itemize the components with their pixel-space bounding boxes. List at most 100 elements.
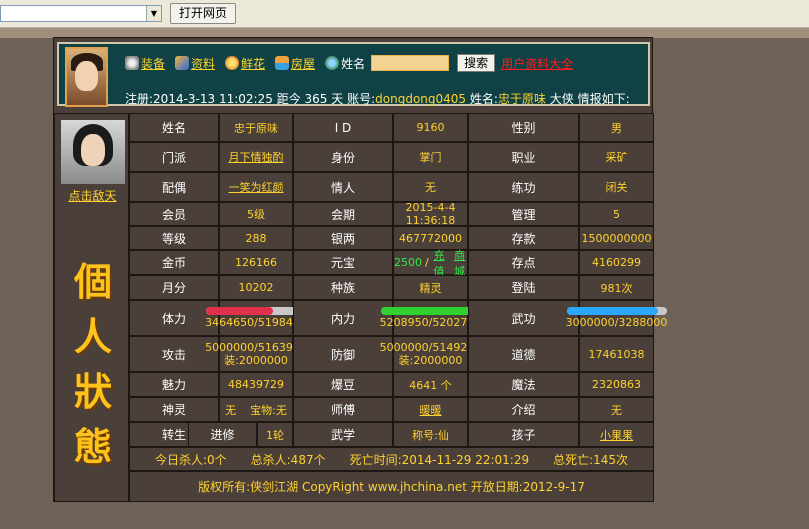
nav-equipment[interactable]: 装备 xyxy=(125,55,165,72)
field-value: 2015-4-4 11:36:18 xyxy=(393,201,468,227)
field-value: 4641 个 xyxy=(393,372,468,397)
portrait-face xyxy=(81,134,105,166)
attack-line1: 5000000/5163991 xyxy=(205,341,307,354)
field-label: I D xyxy=(293,113,393,142)
account-label: 账号: xyxy=(347,92,376,106)
field-value: 9160 xyxy=(393,113,468,142)
search-button[interactable]: 搜索 xyxy=(457,54,496,72)
field-value: 无 xyxy=(393,172,468,202)
advance-label: 进修 xyxy=(188,422,257,447)
avatar xyxy=(65,47,108,107)
field-label: 魔法 xyxy=(468,372,579,397)
death-time: 死亡时间:2014-11-29 22:01:29 xyxy=(349,452,530,467)
days-count: 365 xyxy=(304,92,328,106)
nav-bar: 装备 资料 鲜花 房屋 姓名 搜索 用户资料大全 xyxy=(125,54,573,72)
mall-link[interactable]: 商城 xyxy=(452,247,467,279)
field-label: 银两 xyxy=(293,226,393,250)
spouse-link[interactable]: 一笑为红颜 xyxy=(219,172,293,202)
attack-link[interactable]: 点击敌天 xyxy=(55,187,130,204)
attack-value: 5000000/5163991 装:2000000 xyxy=(205,336,307,372)
intro-value: 无 xyxy=(579,397,654,422)
title-char: 個 xyxy=(73,259,112,304)
stat-bar-wrap: 5208950/5202755 xyxy=(379,307,482,329)
defense-label: 防御 xyxy=(293,336,393,372)
field-label: 门派 xyxy=(129,142,219,172)
stat-bar-wrap: 3464650/5198455 xyxy=(205,307,307,329)
spirit-label: 神灵 xyxy=(129,397,219,422)
field-value: 126166 xyxy=(219,250,293,275)
hp-value: 3464650/5198455 xyxy=(205,316,307,329)
field-label: 元宝 xyxy=(293,250,393,275)
nav-flowers[interactable]: 鲜花 xyxy=(225,55,265,72)
wg-bar xyxy=(566,307,667,315)
field-label: 金币 xyxy=(129,250,219,275)
flower-icon xyxy=(225,56,240,70)
hp-bar-fill xyxy=(206,307,273,315)
nav-house[interactable]: 房屋 xyxy=(275,55,315,72)
gear-icon xyxy=(125,56,139,70)
field-label: 种族 xyxy=(293,275,393,300)
title-char: 態 xyxy=(73,424,112,469)
field-label: 职业 xyxy=(468,142,579,172)
mp-bar-fill xyxy=(380,307,481,315)
sect-link[interactable]: 月下情独酌 xyxy=(219,142,293,172)
nav-equipment-label[interactable]: 装备 xyxy=(141,55,165,72)
field-label: 身份 xyxy=(293,142,393,172)
field-label: 会员 xyxy=(129,202,219,226)
morale-value: 17461038 xyxy=(579,336,654,372)
nav-flowers-label[interactable]: 鲜花 xyxy=(241,55,265,72)
field-label: 会期 xyxy=(293,202,393,226)
account-value: dongdong0405 xyxy=(375,92,467,106)
address-dropdown[interactable]: ▼ xyxy=(0,5,162,22)
field-label: 月分 xyxy=(129,275,219,300)
title-value: 称号:仙 xyxy=(393,422,468,447)
kill-summary: 今日杀人:0个 总杀人:487个 死亡时间:2014-11-29 22:01:29 总… xyxy=(129,447,654,471)
field-value: 1500000000 xyxy=(579,226,654,250)
user-directory-link[interactable]: 用户资料大全 xyxy=(501,55,573,72)
title-char: 人 xyxy=(73,314,112,359)
field-label: 登陆 xyxy=(468,275,579,300)
master-label: 师傅 xyxy=(293,397,393,422)
stat-hp: 3464650/5198455 xyxy=(205,300,307,336)
field-label: 存点 xyxy=(468,250,579,275)
recharge-link[interactable]: 充值 xyxy=(432,247,447,279)
avatar-face xyxy=(75,61,98,91)
field-value: 忠于原味 xyxy=(219,113,293,142)
personal-status-title: 個 人 狀 態 xyxy=(63,254,123,474)
nav-profile[interactable]: 资料 xyxy=(175,55,215,72)
stat-label: 内力 xyxy=(293,300,393,336)
field-label: 等级 xyxy=(129,226,219,250)
treasure-value: 宝物:无 xyxy=(250,403,287,417)
field-label: 性别 xyxy=(468,113,579,142)
nav-profile-label[interactable]: 资料 xyxy=(191,55,215,72)
stat-label: 武功 xyxy=(468,300,579,336)
mp-value: 5208950/5202755 xyxy=(379,316,482,329)
field-label: 爆豆 xyxy=(293,372,393,397)
defense-line2: 装:2000000 xyxy=(398,354,463,367)
field-value: 5 xyxy=(579,202,654,226)
reg-date: 2014-3-13 11:02:25 xyxy=(153,92,273,106)
master-link[interactable]: 暖暖 xyxy=(393,397,468,422)
total-deaths: 总死亡:145次 xyxy=(553,452,629,467)
child-link[interactable]: 小果果 xyxy=(579,422,654,447)
open-page-button[interactable]: 打开网页 xyxy=(170,3,236,24)
field-label: 管理 xyxy=(468,202,579,226)
title-char: 狀 xyxy=(73,369,112,414)
since-label: 距今 xyxy=(276,92,301,106)
profile-header: 装备 资料 鲜花 房屋 姓名 搜索 用户资料大全 注册:2014-3-13 11… xyxy=(57,42,650,107)
field-value: 5级 xyxy=(219,202,293,226)
house-icon xyxy=(275,56,290,70)
field-value: 2500/充值 商城 xyxy=(393,249,468,278)
days-unit: 天 xyxy=(331,92,344,106)
copyright: 版权所有:侠剑江湖 CopyRight www.jhchina.net 开放日期… xyxy=(129,471,654,502)
today-kills: 今日杀人:0个 xyxy=(154,452,227,467)
nav-house-label[interactable]: 房屋 xyxy=(291,55,315,72)
name-search-input[interactable] xyxy=(371,55,450,71)
field-value: 4160299 xyxy=(579,250,654,275)
chevron-down-icon[interactable]: ▼ xyxy=(146,6,161,21)
field-value: 掌门 xyxy=(393,142,468,172)
field-value: 10202 xyxy=(219,275,293,300)
field-label: 练功 xyxy=(468,172,579,202)
wg-value: 3000000/3288000 xyxy=(565,316,668,329)
spirit-value: 无宝物:无 xyxy=(219,397,293,422)
